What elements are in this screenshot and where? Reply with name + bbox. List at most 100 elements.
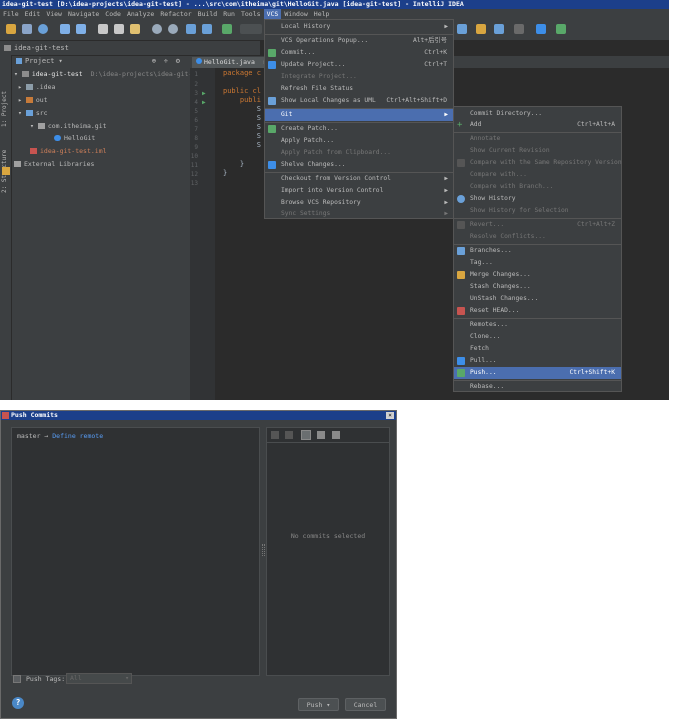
expand-arrow-icon[interactable]: ▾ — [18, 109, 22, 117]
push-tags-checkbox[interactable] — [13, 675, 21, 683]
expand-arrow-icon[interactable]: ▸ — [18, 83, 22, 91]
menu-window[interactable]: Window — [281, 9, 310, 19]
menu-item-reset-head[interactable]: Reset HEAD... — [454, 305, 621, 317]
splitter-handle[interactable] — [262, 544, 265, 556]
menu-analyze[interactable]: Analyze — [124, 9, 157, 19]
plugin-icon[interactable] — [556, 24, 566, 34]
expand-arrow-icon[interactable]: ▾ — [30, 122, 34, 130]
menu-item-show-current-revision[interactable]: Show Current Revision — [454, 145, 621, 157]
redo-icon[interactable] — [76, 24, 86, 34]
menu-edit[interactable]: Edit — [22, 9, 44, 19]
menu-item-git[interactable]: Git ▶ — [265, 109, 453, 121]
paste-icon[interactable] — [130, 24, 140, 34]
sdk-icon[interactable] — [514, 24, 524, 34]
menu-item-refresh-file-status[interactable]: Refresh File Status — [265, 83, 453, 95]
tree-item[interactable]: ▸ .idea — [18, 82, 55, 92]
menu-item-sync-settings[interactable]: Sync Settings ▶ — [265, 208, 453, 220]
menu-item-show-history[interactable]: Show History — [454, 193, 621, 205]
tree-item[interactable]: ▾ idea-git-test D:\idea-projects\idea-gi… — [14, 69, 196, 79]
push-button[interactable]: Push ▾ — [298, 698, 339, 711]
collapse-all-icon[interactable] — [332, 431, 340, 439]
menu-item-branches[interactable]: Branches... — [454, 245, 621, 257]
run-gutter-icon[interactable]: ▶ — [202, 90, 206, 97]
menu-item-compare-same-version[interactable]: Compare with the Same Repository Version — [454, 157, 622, 169]
menu-item-show-history-selection[interactable]: Show History for Selection — [454, 205, 621, 217]
diff-icon[interactable] — [285, 431, 293, 439]
menu-item-vcs-operations[interactable]: VCS Operations Popup... Alt+后引号 — [265, 35, 453, 47]
menu-item-unstash-changes[interactable]: UnStash Changes... — [454, 293, 621, 305]
menu-item-show-local-changes-uml[interactable]: Show Local Changes as UML Ctrl+Alt+Shift+… — [265, 95, 453, 107]
breadcrumb-project[interactable]: idea-git-test — [14, 44, 69, 52]
tree-item[interactable]: ▾ src — [18, 108, 48, 118]
menu-item-apply-patch[interactable]: Apply Patch... — [265, 135, 453, 147]
menu-item-merge-changes[interactable]: Merge Changes... — [454, 269, 621, 281]
tab-structure[interactable]: 2: Structure — [1, 133, 11, 193]
menu-vcs[interactable]: VCS — [263, 9, 282, 19]
menu-item-stash-changes[interactable]: Stash Changes... — [454, 281, 621, 293]
menu-help[interactable]: Help — [311, 9, 333, 19]
build-icon[interactable] — [222, 24, 232, 34]
menu-navigate[interactable]: Navigate — [65, 9, 102, 19]
menu-item-fetch[interactable]: Fetch — [454, 343, 621, 355]
tree-item[interactable]: External Libraries — [14, 159, 94, 169]
revert-icon[interactable] — [457, 24, 467, 34]
tree-item[interactable]: idea-git-test.iml — [30, 146, 107, 156]
save-icon[interactable] — [22, 24, 32, 34]
menu-item-resolve-conflicts[interactable]: Resolve Conflicts... — [454, 231, 621, 243]
copy-icon[interactable] — [114, 24, 124, 34]
undo-icon[interactable] — [60, 24, 70, 34]
menu-run[interactable]: Run — [220, 9, 238, 19]
close-button[interactable]: × — [386, 412, 394, 419]
menu-item-pull[interactable]: Pull... — [454, 355, 621, 367]
menu-code[interactable]: Code — [102, 9, 124, 19]
menu-item-import[interactable]: Import into Version Control ▶ — [265, 185, 453, 197]
menu-item-commit[interactable]: Commit... Ctrl+K — [265, 47, 453, 59]
tab-project[interactable]: 1: Project — [1, 67, 11, 127]
menu-item-checkout[interactable]: Checkout from Version Control ▶ — [265, 173, 453, 185]
menu-item-integrate-project[interactable]: Integrate Project... — [265, 71, 453, 83]
menu-item-annotate[interactable]: Annotate — [454, 133, 621, 145]
push-tags-select[interactable]: All ▾ — [66, 673, 132, 684]
menu-item-compare-with-branch[interactable]: Compare with Branch... — [454, 181, 621, 193]
settings-icon[interactable] — [476, 24, 486, 34]
menu-refactor[interactable]: Refactor — [157, 9, 194, 19]
sync-icon[interactable] — [38, 24, 48, 34]
tree-item[interactable]: HelloGit — [54, 133, 95, 143]
find-icon[interactable] — [152, 24, 162, 34]
open-folder-icon[interactable] — [6, 24, 16, 34]
menu-item-remotes[interactable]: Remotes... — [454, 319, 621, 331]
replace-icon[interactable] — [168, 24, 178, 34]
menu-item-apply-patch-clipboard[interactable]: Apply Patch from Clipboard... — [265, 147, 453, 159]
chevron-down-icon[interactable]: ▾ — [59, 57, 63, 65]
tree-item[interactable]: ▾ com.itheima.git — [30, 121, 107, 131]
cancel-button[interactable]: Cancel — [345, 698, 386, 711]
menu-item-rebase[interactable]: Rebase... — [454, 381, 621, 393]
project-structure-icon[interactable] — [494, 24, 504, 34]
run-config-selector[interactable] — [240, 24, 262, 34]
menu-item-compare-with[interactable]: Compare with... — [454, 169, 621, 181]
menu-item-push[interactable]: Push... Ctrl+Shift+K — [454, 367, 621, 379]
expand-all-icon[interactable] — [317, 431, 325, 439]
menu-item-create-patch[interactable]: Create Patch... — [265, 123, 453, 135]
group-by-directory-icon[interactable] — [301, 430, 311, 440]
gear-icon[interactable]: ⚙ — [176, 56, 180, 67]
menu-item-revert[interactable]: Revert... Ctrl+Alt+Z — [454, 219, 621, 231]
back-icon[interactable] — [186, 24, 196, 34]
collapse-icon[interactable]: ÷ — [164, 56, 168, 67]
menu-item-shelve-changes[interactable]: Shelve Changes... — [265, 159, 453, 171]
menu-item-clone[interactable]: Clone... — [454, 331, 621, 343]
expand-arrow-icon[interactable]: ▸ — [18, 96, 22, 104]
help-icon[interactable] — [536, 24, 546, 34]
menu-item-tag[interactable]: Tag... — [454, 257, 621, 269]
cut-icon[interactable] — [98, 24, 108, 34]
tree-item[interactable]: ▸ out — [18, 95, 48, 105]
menu-item-update-project[interactable]: Update Project... Ctrl+T — [265, 59, 453, 71]
project-view-selector[interactable]: Project — [25, 57, 55, 65]
editor-tab[interactable]: HelloGit.java × — [192, 57, 271, 68]
expand-arrow-icon[interactable]: ▾ — [14, 70, 18, 78]
menu-view[interactable]: View — [43, 9, 65, 19]
forward-icon[interactable] — [202, 24, 212, 34]
menu-item-local-history[interactable]: Local History ▶ — [265, 21, 453, 33]
favorites-icon[interactable] — [2, 167, 10, 175]
menu-item-add[interactable]: + Add Ctrl+Alt+A — [454, 119, 621, 131]
